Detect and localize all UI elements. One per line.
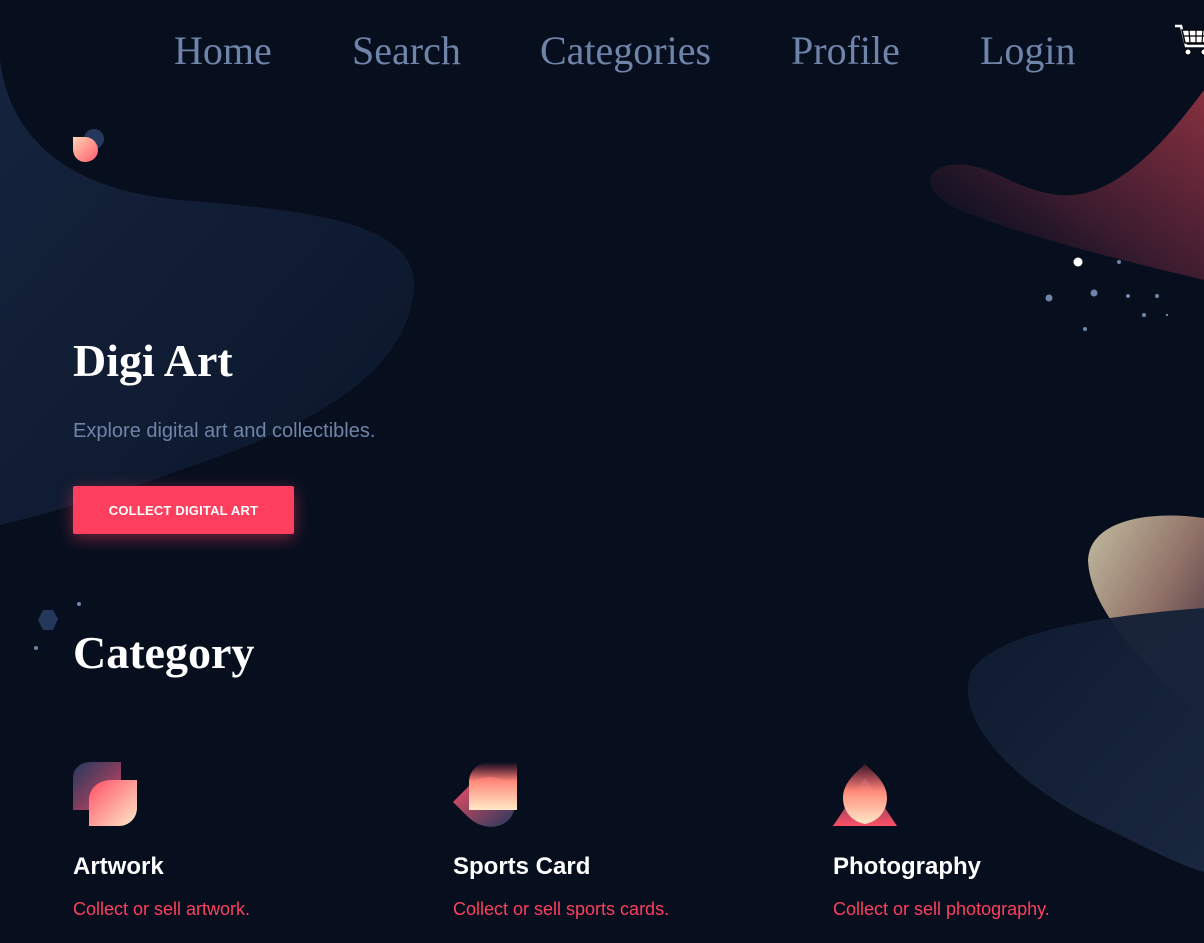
category-card-photography[interactable]: Photography Collect or sell photography. [833,760,1153,930]
category-title-artwork: Artwork [73,853,164,880]
page: Home Search Categories Profile Login Dig… [0,0,1204,943]
nav-home-link[interactable]: Home [174,28,272,74]
category-card-sports-card[interactable]: Sports Card Collect or sell sports cards… [453,760,773,930]
nav-categories-link[interactable]: Categories [540,28,711,74]
nav-login-link[interactable]: Login [980,28,1076,74]
category-card-artwork[interactable]: Artwork Collect or sell artwork. [73,760,393,930]
category-section-title: Category [73,627,255,678]
category-description-photography: Collect or sell photography. [833,899,1050,919]
hero-subtitle: Explore digital art and collectibles. [73,420,376,442]
category-title-photography: Photography [833,853,981,880]
collect-digital-art-button[interactable]: COLLECT DIGITAL ART [73,486,294,534]
shopping-cart-icon[interactable] [1173,22,1204,58]
photography-icon [833,764,897,826]
hero-title: Digi Art [73,335,233,386]
category-title-sports-card: Sports Card [453,853,591,880]
nav-search-link[interactable]: Search [352,28,461,74]
main-nav: Home Search Categories Profile Login [0,28,1204,78]
nav-profile-link[interactable]: Profile [791,28,900,74]
artwork-icon [73,762,137,826]
category-description-sports-card: Collect or sell sports cards. [453,899,670,919]
category-description-artwork: Collect or sell artwork. [73,899,251,919]
sports-card-icon [453,762,517,827]
